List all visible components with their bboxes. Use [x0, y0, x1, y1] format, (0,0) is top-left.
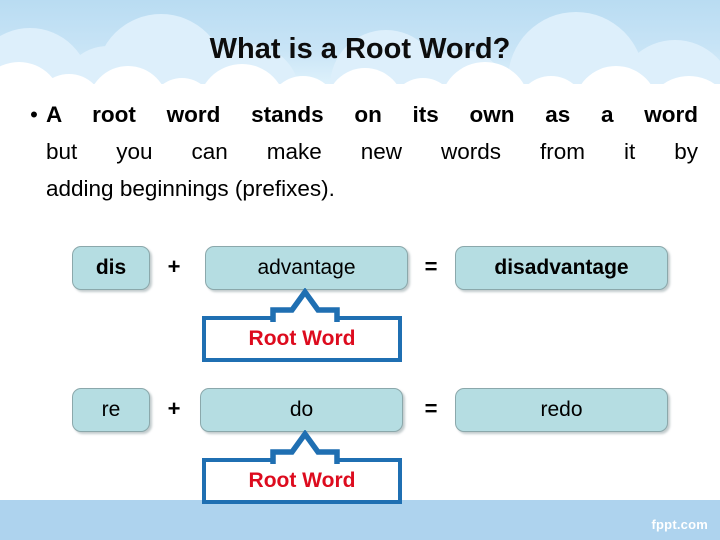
operator-equals: =	[424, 396, 438, 421]
watermark-fppt: fppt.com	[651, 517, 708, 532]
body-line: adding beginnings (prefixes).	[46, 176, 335, 201]
result-box-disadvantage[interactable]: disadvantage	[455, 246, 668, 290]
operator-plus: +	[167, 254, 181, 279]
bullet-text: A root word stands on its own as a word …	[46, 96, 698, 207]
bullet-row: • A root word stands on its own as a wor…	[22, 96, 698, 207]
body-line: but you can make new words from it by	[46, 139, 698, 164]
footer-band	[0, 500, 720, 540]
prefix-box-dis[interactable]: dis	[72, 246, 150, 290]
arrow-up-icon	[270, 288, 340, 322]
slide-canvas: What is a Root Word? • A root word stand…	[0, 0, 720, 540]
operator-equals: =	[424, 254, 438, 279]
root-box-do[interactable]: do	[200, 388, 403, 432]
root-box-advantage[interactable]: advantage	[205, 246, 408, 290]
operator-plus: +	[167, 396, 181, 421]
prefix-box-re[interactable]: re	[72, 388, 150, 432]
page-title: What is a Root Word?	[209, 33, 511, 65]
result-box-redo[interactable]: redo	[455, 388, 668, 432]
arrow-up-icon	[270, 430, 340, 464]
bullet-marker-icon: •	[30, 102, 38, 127]
body-text-block: • A root word stands on its own as a wor…	[22, 96, 698, 207]
body-line: A root word stands on its own as a word	[46, 102, 698, 127]
